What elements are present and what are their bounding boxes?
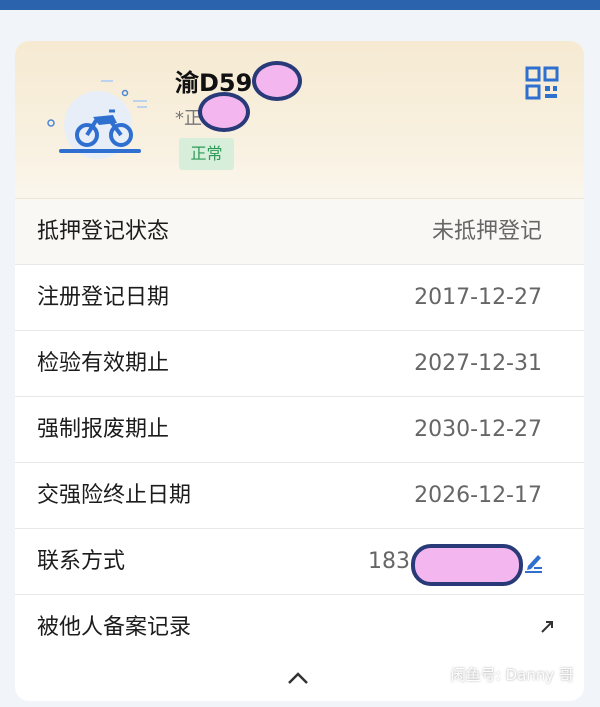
row-label: 抵押登记状态 [37, 219, 170, 244]
contact-row[interactable]: 联系方式 183 [15, 529, 584, 595]
row-value: 未抵押登记 [431, 219, 542, 244]
row-label: 检验有效期止 [37, 351, 170, 376]
watermark: 闲鱼号: Danny 哥 [450, 666, 574, 684]
vehicle-header: 渝D59 *正 正常 [15, 41, 584, 198]
info-list: 抵押登记状态 未抵押登记 注册登记日期 2017-12-27 检验有效期止 20… [15, 198, 584, 660]
row-label: 被他人备案记录 [37, 615, 192, 640]
qr-code-icon[interactable] [525, 66, 559, 100]
motorcycle-icon [47, 80, 147, 159]
filing-record-row[interactable]: 被他人备案记录 [15, 595, 584, 660]
redaction-mark [198, 92, 250, 132]
row-label: 交强险终止日期 [37, 483, 192, 508]
list-item: 强制报废期止 2030-12-27 [15, 397, 584, 463]
row-value: 183 [368, 549, 410, 574]
top-bar [0, 0, 600, 10]
chevron-up-icon[interactable] [287, 671, 309, 685]
row-value: 2017-12-27 [414, 285, 542, 310]
row-label: 注册登记日期 [37, 285, 170, 310]
row-value: 2027-12-31 [414, 351, 542, 376]
list-item: 注册登记日期 2017-12-27 [15, 265, 584, 331]
list-item: 交强险终止日期 2026-12-17 [15, 463, 584, 529]
list-item: 抵押登记状态 未抵押登记 [15, 198, 584, 265]
external-link-icon[interactable] [536, 616, 558, 638]
redaction-mark [252, 61, 302, 101]
row-value: 2030-12-27 [414, 417, 542, 442]
status-badge: 正常 [179, 138, 234, 170]
edit-icon[interactable] [520, 549, 546, 575]
redaction-mark [411, 544, 523, 586]
row-value: 2026-12-17 [414, 483, 542, 508]
row-label: 强制报废期止 [37, 417, 170, 442]
vehicle-card: 渝D59 *正 正常 抵押登记状态 未抵押登记 注册登记日期 2017-12-2… [15, 41, 584, 701]
row-label: 联系方式 [37, 549, 126, 574]
list-item: 检验有效期止 2027-12-31 [15, 331, 584, 397]
